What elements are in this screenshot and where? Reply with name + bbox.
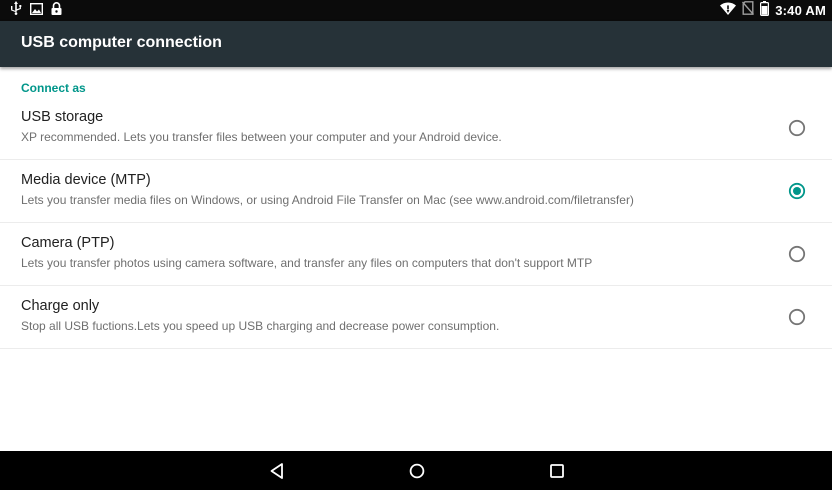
radio-charge-only[interactable] <box>788 308 806 326</box>
status-bar-right: 3:40 AM <box>720 0 826 21</box>
option-summary: Lets you transfer photos using camera so… <box>21 256 593 270</box>
recents-icon[interactable] <box>548 462 566 480</box>
lock-icon <box>51 1 62 20</box>
no-sim-icon <box>742 1 755 20</box>
wifi-icon <box>720 1 737 20</box>
navigation-bar <box>0 451 832 490</box>
radio-usb-storage[interactable] <box>788 119 806 137</box>
option-title: USB storage <box>21 109 104 125</box>
option-summary: Stop all USB fuctions.Lets you speed up … <box>21 319 500 333</box>
usb-icon <box>10 1 22 20</box>
option-camera-ptp[interactable]: Camera (PTP) Lets you transfer photos us… <box>0 223 832 286</box>
back-icon[interactable] <box>268 462 286 480</box>
option-title: Media device (MTP) <box>21 172 151 188</box>
option-media-device-mtp[interactable]: Media device (MTP) Lets you transfer med… <box>0 160 832 223</box>
option-title: Camera (PTP) <box>21 235 115 251</box>
option-title: Charge only <box>21 298 100 314</box>
image-icon <box>29 2 44 20</box>
section-header-connect-as: Connect as <box>21 81 86 95</box>
option-charge-only[interactable]: Charge only Stop all USB fuctions.Lets y… <box>0 286 832 349</box>
page-title: USB computer connection <box>21 34 222 51</box>
status-time: 3:40 AM <box>775 3 826 18</box>
settings-list: Connect as USB storage XP recommended. L… <box>0 67 832 451</box>
app-bar: USB computer connection <box>0 21 832 67</box>
option-summary: XP recommended. Lets you transfer files … <box>21 130 502 144</box>
status-bar-left <box>10 1 62 20</box>
home-icon[interactable] <box>408 462 426 480</box>
status-bar: 3:40 AM <box>0 0 832 21</box>
option-usb-storage[interactable]: USB storage XP recommended. Lets you tra… <box>0 97 832 160</box>
radio-media-device-mtp[interactable] <box>788 182 806 200</box>
radio-camera-ptp[interactable] <box>788 245 806 263</box>
option-summary: Lets you transfer media files on Windows… <box>21 193 634 207</box>
battery-icon <box>760 0 770 21</box>
